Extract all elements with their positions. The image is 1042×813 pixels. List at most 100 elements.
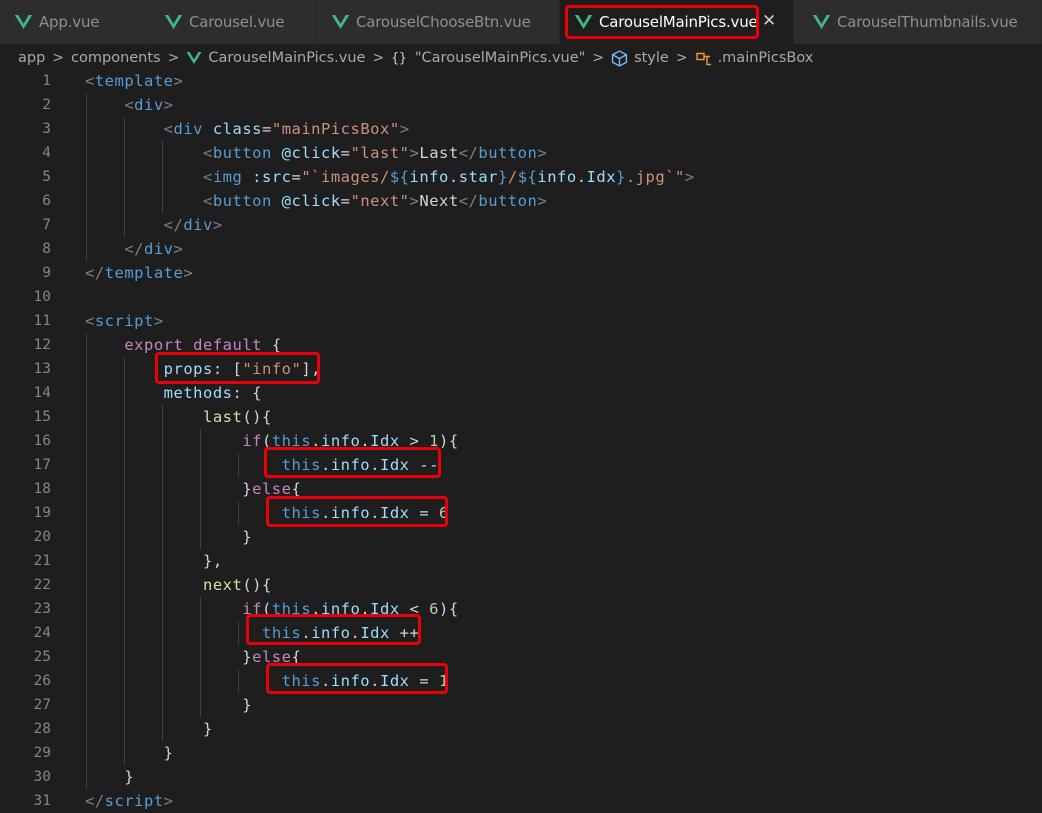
code-line[interactable]: 22 next(){ [0, 573, 1042, 597]
code-token: < [85, 96, 135, 114]
code-token: -- [409, 456, 439, 474]
tab-carousel-choose-btn-vue[interactable]: CarouselChooseBtn.vue [317, 0, 560, 44]
line-number: 17 [33, 457, 51, 473]
line-text: }, [85, 549, 223, 573]
code-token: > [399, 432, 430, 450]
line-number: 18 [33, 481, 51, 497]
code-line[interactable]: 18 }else{ [0, 477, 1042, 501]
close-icon[interactable]: ✕ [762, 11, 776, 31]
code-line[interactable]: 11 <script> [0, 309, 1042, 333]
code-line[interactable]: 31 </script> [0, 789, 1042, 813]
code-token: button [478, 192, 538, 210]
code-token: > [537, 144, 548, 162]
code-token: < [85, 192, 213, 210]
line-text: this.info.Idx = 6 [85, 501, 449, 525]
code-token: ( [261, 600, 272, 618]
code-line[interactable]: 12 export default { [0, 333, 1042, 357]
code-line[interactable]: 3 <div class="mainPicsBox"> [0, 117, 1042, 141]
code-token: . [311, 432, 321, 450]
line-number: 21 [33, 553, 51, 569]
code-line[interactable]: 1 <template> [0, 69, 1042, 93]
code-token: ++ [389, 624, 420, 642]
code-line[interactable]: 6 <button @click="next">Next</button> [0, 189, 1042, 213]
code-token: info [537, 168, 577, 186]
code-line[interactable]: 27 } [0, 693, 1042, 717]
code-token: }, [85, 552, 223, 570]
code-token: info [330, 672, 371, 690]
code-token: . [311, 600, 321, 618]
code-line[interactable]: 26 this.info.Idx = 1 [0, 669, 1042, 693]
code-line[interactable]: 19 this.info.Idx = 6 [0, 501, 1042, 525]
code-line[interactable]: 30 } [0, 765, 1042, 789]
code-line[interactable]: 17 this.info.Idx -- [0, 453, 1042, 477]
code-token: 1 [429, 432, 440, 450]
code-token: img [212, 168, 243, 186]
code-token: template [94, 72, 174, 90]
line-number: 30 [33, 769, 51, 785]
code-token: this [281, 456, 321, 474]
code-line[interactable]: 21 }, [0, 549, 1042, 573]
code-token: </ [458, 144, 479, 162]
code-token: default [193, 336, 262, 354]
code-token: . [320, 456, 331, 474]
line-number: 10 [33, 289, 51, 305]
code-line[interactable]: 23 if(this.info.Idx < 6){ [0, 597, 1042, 621]
line-text: this.info.Idx -- [85, 453, 439, 477]
line-text: this.info.Idx = 1 [85, 669, 449, 693]
code-line[interactable]: 13 props: ["info"], [0, 357, 1042, 381]
tab-carousel-main-pics-vue[interactable]: CarouselMainPics.vue ✕ [560, 0, 794, 44]
line-text: </div> [85, 237, 183, 261]
code-line[interactable]: 5 <img :src="`images/${info.star}/${info… [0, 165, 1042, 189]
tab-label: CarouselChooseBtn.vue [356, 13, 531, 31]
code-token: button [212, 192, 272, 210]
breadcrumb-item-file[interactable]: CarouselMainPics.vue [208, 50, 365, 66]
breadcrumb-item-style[interactable]: style [634, 50, 669, 66]
vue-file-icon [186, 52, 202, 64]
code-token: = [340, 144, 351, 162]
code-token: info [311, 624, 351, 642]
code-token: class [212, 120, 263, 138]
code-line[interactable]: 4 <button @click="last">Last</button> [0, 141, 1042, 165]
line-number: 4 [42, 145, 51, 161]
line-number: 2 [42, 97, 51, 113]
line-number: 8 [42, 241, 51, 257]
code-line[interactable]: 24 this.info.Idx ++ [0, 621, 1042, 645]
code-token: 1 [438, 672, 449, 690]
code-token: this [271, 432, 312, 450]
line-text: methods: { [85, 381, 262, 405]
code-line[interactable]: 28 } [0, 717, 1042, 741]
code-token: methods [163, 384, 233, 402]
code-token: Idx [379, 672, 410, 690]
code-line[interactable]: 16 if(this.info.Idx > 1){ [0, 429, 1042, 453]
code-line[interactable]: 9 </template> [0, 261, 1042, 285]
line-number: 26 [33, 673, 51, 689]
tab-app-vue[interactable]: App.vue [0, 0, 150, 44]
code-token: this [271, 600, 312, 618]
breadcrumb-item-app[interactable]: app [18, 50, 45, 66]
code-line[interactable]: 10 [0, 285, 1042, 309]
code-line[interactable]: 7 </div> [0, 213, 1042, 237]
code-line[interactable]: 8 </div> [0, 237, 1042, 261]
tab-carousel-vue[interactable]: Carousel.vue [150, 0, 317, 44]
breadcrumb-item-module[interactable]: "CarouselMainPics.vue" [415, 50, 585, 66]
code-token: button [212, 144, 272, 162]
vue-file-icon [14, 15, 33, 29]
breadcrumb-item-components[interactable]: components [71, 50, 161, 66]
breadcrumb-item-selector[interactable]: .mainPicsBox [718, 50, 814, 66]
tab-carousel-thumbnails-vue[interactable]: CarouselThumbnails.vue [794, 0, 1042, 44]
code-line[interactable]: 2 <div> [0, 93, 1042, 117]
code-line[interactable]: 29 } [0, 741, 1042, 765]
code-token: ){ [439, 432, 459, 450]
code-line[interactable]: 15 last(){ [0, 405, 1042, 429]
code-token: Next [419, 192, 459, 210]
code-token: > [173, 240, 184, 258]
code-line[interactable]: 20 } [0, 525, 1042, 549]
line-number: 9 [42, 265, 51, 281]
code-line[interactable]: 25 }else{ [0, 645, 1042, 669]
code-line[interactable]: 14 methods: { [0, 381, 1042, 405]
